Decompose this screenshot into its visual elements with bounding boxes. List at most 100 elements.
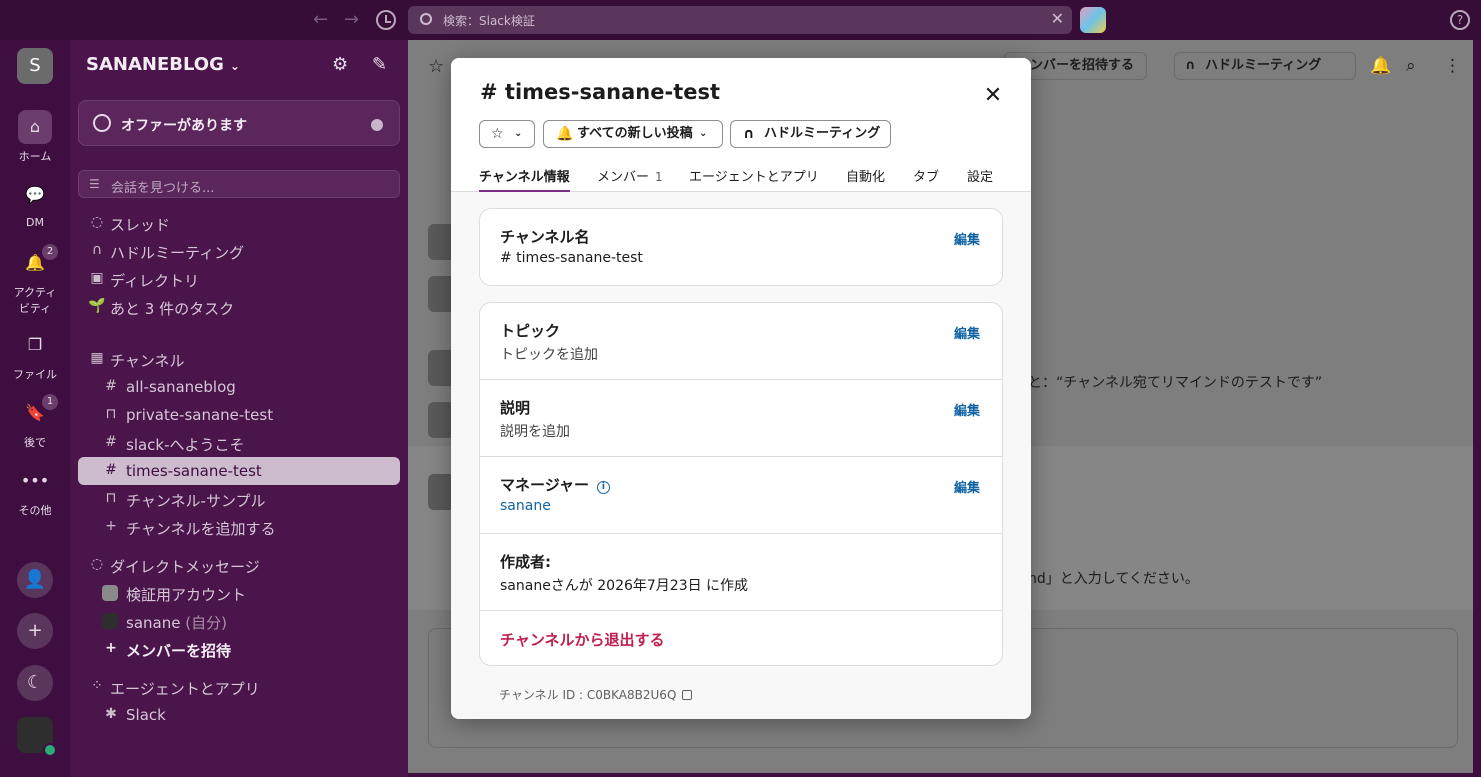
edit-channel-name-button[interactable]: 編集: [954, 229, 980, 248]
manager-link[interactable]: sanane: [500, 498, 551, 514]
rail-item-more[interactable]: ••• その他: [0, 464, 70, 518]
tab-members[interactable]: メンバー 1: [597, 166, 663, 192]
modal-body: チャンネル名 # times-sanane-test 編集 トピック トピックを…: [451, 192, 1031, 719]
search-input[interactable]: 検索：Slack検証 ✕: [408, 6, 1072, 34]
field-label: マネージャー i: [500, 474, 610, 495]
rail-item-home[interactable]: ⌂ ホーム: [0, 110, 70, 164]
sidebar-item-channel[interactable]: ⊓ private-sanane-test: [78, 401, 400, 429]
search-placeholder: 検索：Slack検証: [443, 14, 535, 28]
star-button[interactable]: ☆ ⌄: [479, 120, 535, 148]
bell-icon: 🔔: [556, 126, 574, 142]
sidebar-item-dm[interactable]: 検証用アカウント: [78, 579, 400, 607]
rail-item-files[interactable]: ❐ ファイル: [0, 328, 70, 382]
sidebar-item-channel[interactable]: # all-sananeblog: [78, 373, 400, 401]
sidebar-item-huddles[interactable]: ∩ ハドルミーティング: [78, 237, 400, 265]
message-text: nd」と入力してください。: [1028, 571, 1199, 587]
compose-icon[interactable]: ✎: [372, 54, 387, 75]
dark-mode-icon[interactable]: ☾: [17, 665, 53, 701]
edit-manager-button[interactable]: 編集: [954, 477, 980, 496]
huddle-button[interactable]: ∩ ハドルミーティング: [1174, 52, 1356, 80]
sidebar-item-threads[interactable]: ◌ スレッド: [78, 209, 400, 237]
rail-item-label: DM: [26, 216, 44, 229]
help-icon[interactable]: ?: [1450, 10, 1470, 30]
tab-automation[interactable]: 自動化: [846, 166, 885, 192]
offer-label: オファーがあります: [121, 118, 247, 134]
leave-channel-button[interactable]: チャンネルから退出する: [500, 629, 665, 650]
copy-icon[interactable]: [682, 690, 693, 700]
close-icon[interactable]: ✕: [981, 84, 1005, 108]
chevron-down-icon: ⌄: [514, 128, 523, 139]
headphones-icon: ∩: [91, 242, 103, 258]
offer-banner[interactable]: オファーがあります: [78, 100, 400, 146]
sidebar-item-app[interactable]: ✱ Slack: [78, 701, 400, 729]
sidebar-item-channel[interactable]: # slack-へようこそ: [78, 429, 400, 457]
tab-settings[interactable]: 設定: [967, 166, 993, 192]
hash-icon: #: [105, 462, 117, 478]
chevron-down-icon: ⌄: [699, 128, 708, 139]
rail-item-label: 後で: [24, 436, 46, 449]
channel-label: チャンネル-サンプル: [126, 492, 266, 510]
sidebar-item-directory[interactable]: ▣ ディレクトリ: [78, 265, 400, 293]
edit-description-button[interactable]: 編集: [954, 400, 980, 419]
channel-name-row[interactable]: チャンネル名 # times-sanane-test 編集: [480, 209, 1002, 285]
notification-dropdown[interactable]: 🔔 すべての新しい投稿 ⌄: [543, 120, 723, 148]
workspace-avatar[interactable]: S: [17, 48, 53, 84]
dm-label: 検証用アカウント: [126, 586, 247, 604]
manager-row[interactable]: マネージャー i sanane 編集: [480, 457, 1002, 534]
dm-icon: ◌: [90, 556, 104, 572]
leave-channel-row[interactable]: チャンネルから退出する: [480, 611, 1002, 665]
invite-members-button[interactable]: + メンバーを招待: [78, 635, 400, 663]
rail-item-later[interactable]: 🔖 1 後で: [0, 394, 70, 450]
topic-row[interactable]: トピック トピックを追加 編集: [480, 303, 1002, 380]
description-row[interactable]: 説明 説明を追加 編集: [480, 380, 1002, 457]
sidebar-item-dm[interactable]: sanane (自分): [78, 607, 400, 635]
headphones-icon: ∩: [743, 126, 755, 142]
edit-topic-button[interactable]: 編集: [954, 323, 980, 342]
search-icon[interactable]: ⌕: [1406, 56, 1416, 76]
rail-item-activity[interactable]: 🔔 2 アクティ ビティ: [0, 244, 70, 316]
huddle-button[interactable]: ∩ ハドルミーティング: [730, 120, 891, 148]
field-label: トピック: [500, 322, 561, 340]
rail-item-dm[interactable]: 💬 DM: [0, 178, 70, 229]
add-workspace-icon[interactable]: +: [17, 613, 53, 649]
channel-name-card: チャンネル名 # times-sanane-test 編集: [479, 208, 1003, 286]
headphones-icon: ∩: [1185, 58, 1196, 73]
dm-label: sanane (自分): [126, 614, 227, 632]
workspace-name[interactable]: SANANEBLOG ⌄: [86, 54, 240, 75]
app-logo[interactable]: [1080, 7, 1106, 33]
filter-icon: ☰: [89, 177, 100, 191]
gear-icon[interactable]: ⚙: [332, 54, 348, 75]
apps-section-header[interactable]: ⁘ エージェントとアプリ: [78, 673, 400, 701]
more-vertical-icon[interactable]: ⋮: [1444, 56, 1461, 76]
history-icon[interactable]: [376, 10, 396, 30]
sidebar-item-channel[interactable]: ⊓ チャンネル-サンプル: [78, 485, 400, 513]
add-people-icon[interactable]: 👤: [17, 562, 53, 598]
plus-icon: +: [105, 518, 117, 534]
add-channel-button[interactable]: + チャンネルを追加する: [78, 513, 400, 541]
offer-icon: [93, 114, 111, 132]
star-icon[interactable]: ☆: [428, 56, 444, 77]
top-bar: ← → 検索：Slack検証 ✕ ?: [0, 0, 1481, 40]
clear-search-icon[interactable]: ✕: [1051, 9, 1064, 28]
rail-item-label: ファイル: [13, 368, 57, 381]
star-icon: ☆: [491, 126, 504, 142]
tab-channel-info[interactable]: チャンネル情報: [479, 166, 570, 192]
forward-arrow-icon[interactable]: →: [344, 9, 359, 30]
dm-section-header[interactable]: ◌ ダイレクトメッセージ: [78, 551, 400, 579]
sidebar-item-label: ハドルミーティング: [110, 244, 245, 262]
field-label: チャンネル名: [500, 228, 590, 246]
channels-section-header[interactable]: ▦ チャンネル: [78, 345, 400, 373]
rail-item-label: ビティ: [18, 302, 52, 315]
avatar[interactable]: [17, 717, 57, 757]
modal-header: # times-sanane-test ✕ ☆ ⌄ 🔔 すべての新しい投稿 ⌄ …: [451, 58, 1031, 192]
find-conversation-input[interactable]: ☰ 会話を見つける...: [78, 170, 400, 198]
back-arrow-icon[interactable]: ←: [313, 9, 328, 30]
tab-tabs[interactable]: タブ: [913, 166, 939, 192]
sidebar-item-label: あと 3 件のタスク: [110, 300, 235, 318]
tab-agents-apps[interactable]: エージェントとアプリ: [689, 166, 819, 192]
channel-id: チャンネル ID : C0BKA8B2U6Q: [499, 686, 693, 703]
sidebar-item-tasks[interactable]: 🌱 あと 3 件のタスク: [78, 293, 400, 321]
sidebar-item-channel-active[interactable]: # times-sanane-test: [78, 457, 400, 485]
info-icon[interactable]: i: [596, 481, 610, 494]
bell-icon[interactable]: 🔔: [1370, 56, 1391, 76]
